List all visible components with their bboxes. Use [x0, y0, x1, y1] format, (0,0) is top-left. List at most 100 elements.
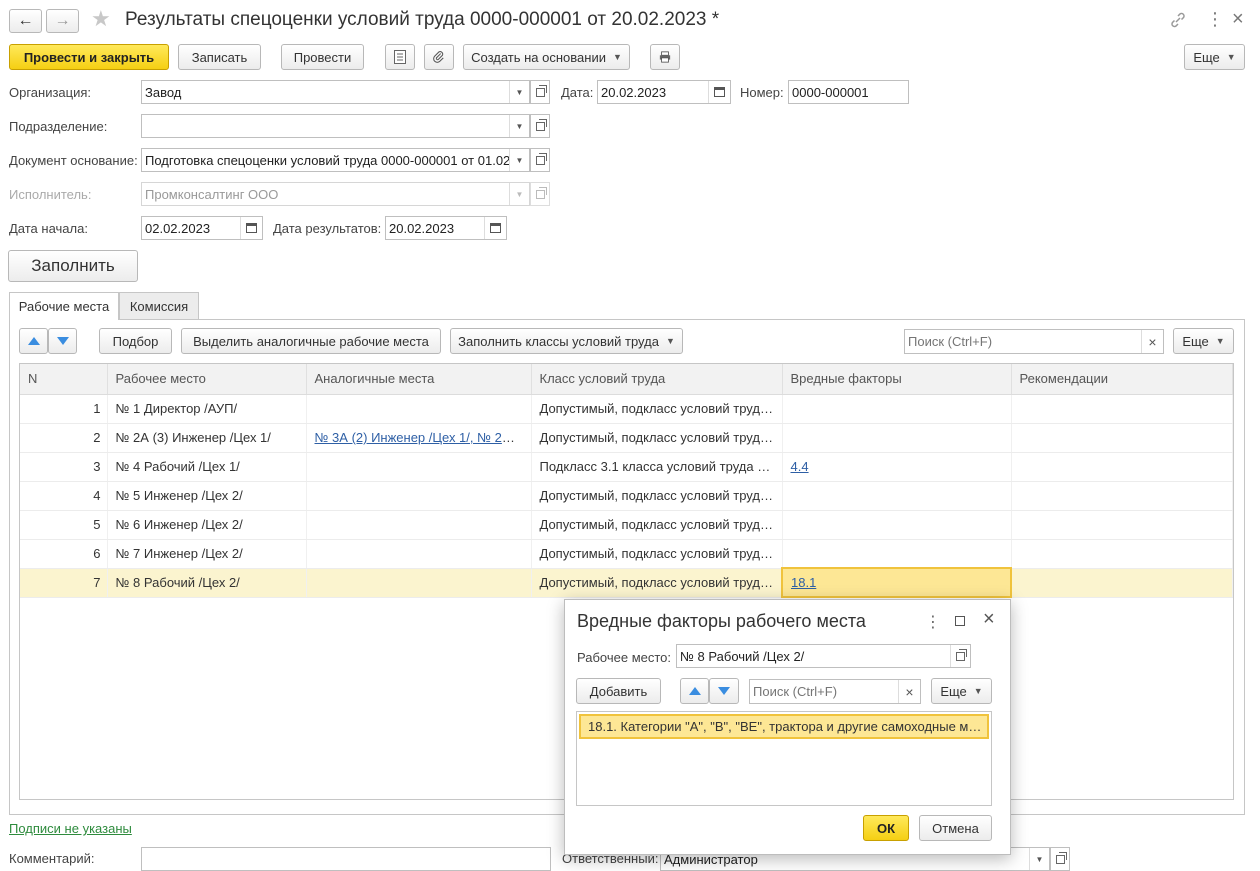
column-header-n[interactable]: N: [20, 364, 108, 395]
tab-workplaces[interactable]: Рабочие места: [9, 292, 119, 320]
create-based-on-button[interactable]: Создать на основании ▼: [463, 44, 630, 70]
open-icon[interactable]: [950, 645, 970, 667]
table-search-text[interactable]: [905, 330, 1141, 353]
factors-list[interactable]: 18.1. Категории "А", "В", "ВЕ", трактора…: [576, 711, 992, 806]
dialog-search-input[interactable]: ×: [749, 679, 921, 704]
factors-link[interactable]: 4.4: [791, 459, 809, 474]
dropdown-arrow-icon[interactable]: ▼: [509, 149, 529, 171]
cell-similar[interactable]: [306, 481, 532, 511]
add-button[interactable]: Добавить: [576, 678, 661, 704]
cell-recommendations[interactable]: [1011, 539, 1233, 569]
calendar-icon[interactable]: [240, 217, 262, 239]
cell-workplace[interactable]: № 8 Рабочий /Цех 2/: [107, 568, 307, 598]
cell-factors[interactable]: [782, 423, 1012, 453]
cell-factors[interactable]: 4.4: [782, 452, 1012, 482]
start-date-field[interactable]: 02.02.2023: [141, 216, 263, 240]
clear-icon[interactable]: ×: [1141, 330, 1163, 353]
table-row-selected[interactable]: 7 № 8 Рабочий /Цех 2/ Допустимый, подкла…: [20, 567, 1233, 598]
report-button[interactable]: [385, 44, 415, 70]
cancel-button[interactable]: Отмена: [919, 815, 992, 841]
move-down-button[interactable]: [48, 328, 77, 354]
cell-n[interactable]: 2: [20, 423, 108, 453]
column-header-similar[interactable]: Аналогичные места: [306, 364, 532, 395]
table-row[interactable]: 1 № 1 Директор /АУП/ Допустимый, подклас…: [20, 394, 1233, 424]
base-doc-field[interactable]: Подготовка спецоценки условий труда 0000…: [141, 148, 530, 172]
workplace-field[interactable]: № 8 Рабочий /Цех 2/: [676, 644, 971, 668]
fill-button[interactable]: Заполнить: [8, 250, 138, 282]
clear-icon[interactable]: ×: [898, 680, 920, 703]
responsible-open-button[interactable]: [1050, 847, 1070, 871]
cell-workplace[interactable]: № 2А (3) Инженер /Цех 1/: [107, 423, 307, 453]
cell-class[interactable]: Допустимый, подкласс условий труда 2: [531, 510, 783, 540]
cell-similar[interactable]: [306, 510, 532, 540]
dropdown-arrow-icon[interactable]: ▼: [509, 81, 529, 103]
results-date-field[interactable]: 20.02.2023: [385, 216, 507, 240]
factors-link[interactable]: 18.1: [791, 575, 816, 590]
cell-recommendations[interactable]: [1011, 423, 1233, 453]
cell-similar[interactable]: № 3А (2) Инженер /Цех 1/, № 2А (3) Инжен…: [306, 423, 532, 453]
link-icon[interactable]: [1169, 11, 1187, 32]
number-field[interactable]: 0000-000001: [788, 80, 909, 104]
column-header-class[interactable]: Класс условий труда: [531, 364, 783, 395]
dialog-more-button[interactable]: Еще ▼: [931, 678, 992, 704]
signatures-link[interactable]: Подписи не указаны: [9, 821, 132, 836]
table-row[interactable]: 3 № 4 Рабочий /Цех 1/ Подкласс 3.1 класс…: [20, 452, 1233, 482]
cell-factors[interactable]: [782, 539, 1012, 569]
cell-workplace[interactable]: № 5 Инженер /Цех 2/: [107, 481, 307, 511]
cell-factors[interactable]: [782, 394, 1012, 424]
cell-n[interactable]: 3: [20, 452, 108, 482]
print-button[interactable]: [650, 44, 680, 70]
cell-similar[interactable]: [306, 452, 532, 482]
cell-class[interactable]: Допустимый, подкласс условий труда 2: [531, 481, 783, 511]
table-row[interactable]: 2 № 2А (3) Инженер /Цех 1/ № 3А (2) Инже…: [20, 423, 1233, 453]
cell-recommendations[interactable]: [1011, 568, 1233, 598]
fill-classes-button[interactable]: Заполнить классы условий труда ▼: [450, 328, 683, 354]
attach-button[interactable]: [424, 44, 454, 70]
cell-recommendations[interactable]: [1011, 394, 1233, 424]
cell-n[interactable]: 7: [20, 568, 108, 598]
table-row[interactable]: 4 № 5 Инженер /Цех 2/ Допустимый, подкла…: [20, 481, 1233, 511]
calendar-icon[interactable]: [484, 217, 506, 239]
cell-n[interactable]: 4: [20, 481, 108, 511]
organization-open-button[interactable]: [530, 80, 550, 104]
cell-class[interactable]: Допустимый, подкласс условий труда 2: [531, 568, 783, 598]
post-button[interactable]: Провести: [281, 44, 364, 70]
column-header-recommendations[interactable]: Рекомендации: [1011, 364, 1233, 395]
dropdown-arrow-icon[interactable]: ▼: [1029, 848, 1049, 870]
cell-recommendations[interactable]: [1011, 481, 1233, 511]
dialog-menu-icon[interactable]: ⋮: [925, 612, 941, 632]
calendar-icon[interactable]: [708, 81, 730, 103]
cell-workplace[interactable]: № 4 Рабочий /Цех 1/: [107, 452, 307, 482]
dialog-close-icon[interactable]: ×: [983, 608, 995, 631]
pick-button[interactable]: Подбор: [99, 328, 172, 354]
cell-recommendations[interactable]: [1011, 510, 1233, 540]
ok-button[interactable]: ОК: [863, 815, 909, 841]
table-row[interactable]: 6 № 7 Инженер /Цех 2/ Допустимый, подкла…: [20, 539, 1233, 569]
cell-workplace[interactable]: № 1 Директор /АУП/: [107, 394, 307, 424]
dropdown-arrow-icon[interactable]: ▼: [509, 115, 529, 137]
back-button[interactable]: ←: [9, 9, 42, 33]
similar-places-link[interactable]: № 3А (2) Инженер /Цех 1/, № 2А (3) Инжен…: [315, 430, 531, 445]
more-button[interactable]: Еще ▼: [1184, 44, 1245, 70]
column-header-workplace[interactable]: Рабочее место: [107, 364, 307, 395]
cell-factors[interactable]: [782, 510, 1012, 540]
department-field[interactable]: ▼: [141, 114, 530, 138]
favorite-star-icon[interactable]: ★: [91, 6, 111, 32]
cell-workplace[interactable]: № 6 Инженер /Цех 2/: [107, 510, 307, 540]
cell-class[interactable]: Допустимый, подкласс условий труда 2: [531, 423, 783, 453]
select-similar-button[interactable]: Выделить аналогичные рабочие места: [181, 328, 441, 354]
cell-n[interactable]: 5: [20, 510, 108, 540]
base-doc-open-button[interactable]: [530, 148, 550, 172]
cell-class[interactable]: Подкласс 3.1 класса условий труда вредны…: [531, 452, 783, 482]
move-up-button[interactable]: [19, 328, 48, 354]
date-field[interactable]: 20.02.2023: [597, 80, 731, 104]
cell-factors-current[interactable]: 18.1: [781, 567, 1012, 598]
cell-similar[interactable]: [306, 568, 532, 598]
dialog-search-text[interactable]: [750, 680, 898, 703]
post-and-close-button[interactable]: Провести и закрыть: [9, 44, 169, 70]
organization-field[interactable]: Завод ▼: [141, 80, 530, 104]
maximize-icon[interactable]: [955, 616, 965, 626]
save-button[interactable]: Записать: [178, 44, 261, 70]
dialog-move-down-button[interactable]: [709, 678, 739, 704]
cell-class[interactable]: Допустимый, подкласс условий труда 2: [531, 539, 783, 569]
